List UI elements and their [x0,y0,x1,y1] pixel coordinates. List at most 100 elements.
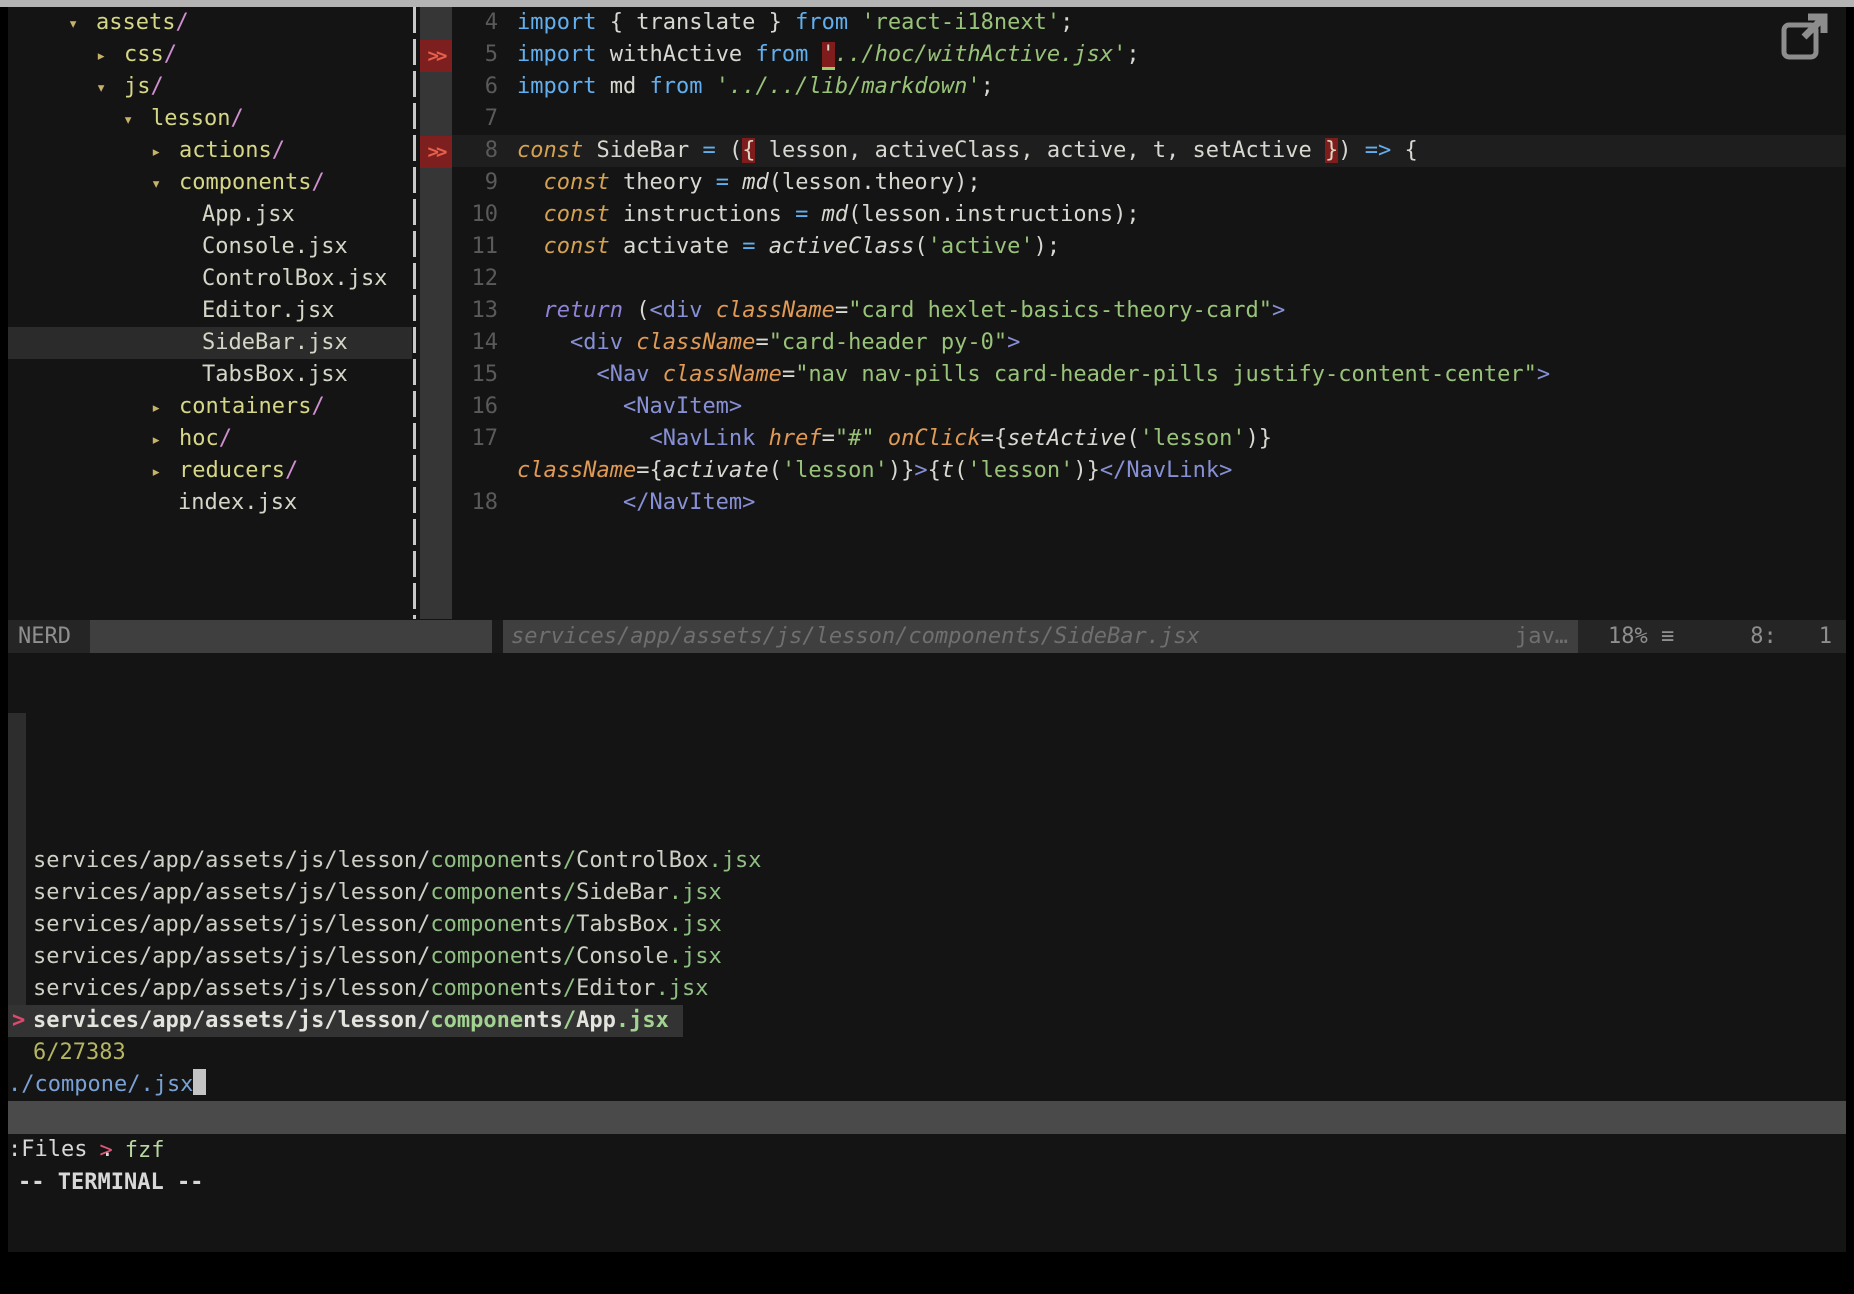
dir-name: containers [179,394,311,419]
line-number: 8 [452,135,508,167]
file-name: Console.jsx [202,234,348,259]
dir-name: components [179,170,311,195]
tree-item-js[interactable]: ▾js/ [8,71,412,103]
dir-slash: / [151,74,164,99]
code-line[interactable]: 12 [452,263,1846,295]
terminal-cursor [193,1069,206,1095]
tree-item-actions[interactable]: ▸actions/ [8,135,412,167]
code-line[interactable]: 13 return (<div className="card hexlet-b… [452,295,1846,327]
code-line[interactable]: 8const SideBar = ({ lesson, activeClass,… [452,135,1846,167]
fzf-result-row[interactable]: services/app/assets/js/lesson/components… [8,973,1846,1005]
line-number: 13 [452,295,508,327]
sign-column: >> >> [420,7,452,619]
code-line[interactable]: 17 <NavLink href="#" onClick={setActive(… [452,423,1846,455]
folder-open-arrow-icon[interactable]: ▾ [123,104,151,136]
code-line[interactable]: 9 const theory = md(lesson.theory); [452,167,1846,199]
window-top-edge [0,0,1854,7]
tree-item-assets[interactable]: ▾assets/ [8,7,412,39]
tree-item-controlbox-jsx[interactable]: ControlBox.jsx [8,263,412,295]
selection-pointer-icon: > [12,1005,25,1037]
statusbar-cursor-col: 1 [1819,620,1832,653]
lint-error-sign: >> [420,136,452,168]
line-number: 16 [452,391,508,423]
dir-name: lesson [151,106,230,131]
tree-item-containers[interactable]: ▸containers/ [8,391,412,423]
line-number: 6 [452,71,508,103]
code-line[interactable]: 6import md from '../../lib/markdown'; [452,71,1846,103]
code-text: import withActive from '../hoc/withActiv… [508,39,1140,71]
folder-open-arrow-icon[interactable]: ▾ [96,72,124,104]
external-link-icon[interactable] [1775,8,1833,66]
code-line[interactable]: 11 const activate = activeClass('active'… [452,231,1846,263]
statusbar-cursor-line: 8: [1750,620,1777,653]
vim-command-line: :Files . [8,1134,1846,1166]
line-number: 5 [452,39,508,71]
fzf-query-text: ./compone/.jsx [8,1072,193,1097]
code-line[interactable]: 14 <div className="card-header py-0"> [452,327,1846,359]
dir-slash: / [311,170,324,195]
terminal-mode-indicator: -- TERMINAL -- [8,1167,1846,1199]
code-line[interactable]: 5import withActive from '../hoc/withActi… [452,39,1846,71]
tree-item-index-jsx[interactable]: index.jsx [8,487,412,519]
fzf-result-row[interactable]: services/app/assets/js/lesson/components… [8,941,1846,973]
tree-item-app-jsx[interactable]: App.jsx [8,199,412,231]
tree-item-editor-jsx[interactable]: Editor.jsx [8,295,412,327]
code-text: const SideBar = ({ lesson, activeClass, … [508,135,1418,167]
tree-item-hoc[interactable]: ▸hoc/ [8,423,412,455]
statusbar-scroll-percent: 18% [1608,624,1648,649]
tree-item-console-jsx[interactable]: Console.jsx [8,231,412,263]
code-line[interactable]: 7 [452,103,1846,135]
dir-name: hoc [179,426,219,451]
tree-item-reducers[interactable]: ▸reducers/ [8,455,412,487]
statusbar-file-path: services/app/assets/js/lesson/components… [503,620,1200,653]
tree-item-css[interactable]: ▸css/ [8,39,412,71]
line-number: 14 [452,327,508,359]
tree-item-tabsbox-jsx[interactable]: TabsBox.jsx [8,359,412,391]
code-text: return (<div className="card hexlet-basi… [508,295,1285,327]
window-split-separator[interactable] [413,7,416,619]
folder-open-arrow-icon[interactable]: ▾ [151,168,179,200]
terminal-statusline: >fzf [8,1101,1846,1134]
folder-open-arrow-icon[interactable]: ▾ [68,8,96,40]
dir-slash: / [272,138,285,163]
lint-error-sign: >> [420,40,452,72]
statusbar-filetype: jav… [1515,620,1578,653]
fzf-query-line[interactable]: ./compone/.jsx [8,1069,1846,1101]
statusbar-position-segment: 18% ≡ 8: 1 [1578,620,1846,653]
code-line[interactable]: 18 </NavItem> [452,487,1846,519]
code-line[interactable]: 10 const instructions = md(lesson.instru… [452,199,1846,231]
tree-item-lesson[interactable]: ▾lesson/ [8,103,412,135]
dir-name: actions [179,138,272,163]
folder-closed-arrow-icon[interactable]: ▸ [151,424,179,456]
line-number: 15 [452,359,508,391]
line-number: 17 [452,423,508,455]
fzf-result-row-selected[interactable]: >services/app/assets/js/lesson/component… [8,1005,683,1037]
menu-lines-icon: ≡ [1661,624,1674,649]
code-line[interactable]: 4import { translate } from 'react-i18nex… [452,7,1846,39]
folder-closed-arrow-icon[interactable]: ▸ [96,40,124,72]
code-line[interactable]: 15 <Nav className="nav nav-pills card-he… [452,359,1846,391]
dir-slash: / [285,458,298,483]
vim-window: ▾assets/▸css/▾js/▾lesson/▸actions/▾compo… [8,7,1846,1252]
folder-closed-arrow-icon[interactable]: ▸ [151,392,179,424]
line-number: 11 [452,231,508,263]
tree-item-components[interactable]: ▾components/ [8,167,412,199]
dir-slash: / [219,426,232,451]
fzf-result-row[interactable]: services/app/assets/js/lesson/components… [8,877,1846,909]
code-text: <div className="card-header py-0"> [508,327,1020,359]
fzf-result-row[interactable]: services/app/assets/js/lesson/components… [8,909,1846,941]
terminal-pane[interactable]: services/app/assets/js/lesson/components… [8,653,1846,1252]
code-text: const theory = md(lesson.theory); [508,167,981,199]
code-text: const instructions = md(lesson.instructi… [508,199,1140,231]
line-number: 9 [452,167,508,199]
line-number: 10 [452,199,508,231]
dir-slash: / [311,394,324,419]
folder-closed-arrow-icon[interactable]: ▸ [151,456,179,488]
code-editor-pane[interactable]: 4import { translate } from 'react-i18nex… [452,7,1846,619]
nerdtree-pane[interactable]: ▾assets/▸css/▾js/▾lesson/▸actions/▾compo… [8,7,412,619]
tree-item-sidebar-jsx[interactable]: SideBar.jsx [8,327,412,359]
code-line[interactable]: className={activate('lesson')}>{t('lesso… [452,455,1846,487]
folder-closed-arrow-icon[interactable]: ▸ [151,136,179,168]
fzf-result-row[interactable]: services/app/assets/js/lesson/components… [8,845,1846,877]
code-line[interactable]: 16 <NavItem> [452,391,1846,423]
